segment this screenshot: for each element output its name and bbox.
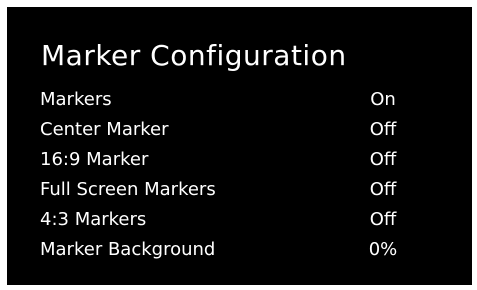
marker-config-menu: Marker Configuration Markers On Center M…: [7, 7, 472, 285]
menu-item-4-3-markers[interactable]: 4:3 Markers Off: [40, 205, 460, 235]
menu-item-center-marker[interactable]: Center Marker Off: [40, 115, 460, 145]
menu-item-label: Center Marker: [40, 119, 169, 140]
menu-item-label: Marker Background: [40, 239, 216, 260]
menu-item-markers[interactable]: Markers On: [40, 85, 460, 115]
menu-item-value[interactable]: On: [363, 85, 403, 115]
menu-item-label: 16:9 Marker: [40, 149, 149, 170]
menu-item-16-9-marker[interactable]: 16:9 Marker Off: [40, 145, 460, 175]
menu-item-marker-background[interactable]: Marker Background 0%: [40, 235, 460, 265]
menu-item-label: Full Screen Markers: [40, 179, 216, 200]
menu-item-value[interactable]: Off: [363, 205, 403, 235]
menu-item-value[interactable]: Off: [363, 115, 403, 145]
menu-item-value[interactable]: Off: [363, 145, 403, 175]
menu-item-full-screen-markers[interactable]: Full Screen Markers Off: [40, 175, 460, 205]
menu-item-label: Markers: [40, 89, 112, 110]
menu-title: Marker Configuration: [41, 39, 347, 72]
menu-item-label: 4:3 Markers: [40, 209, 147, 230]
menu-item-value[interactable]: 0%: [363, 235, 403, 265]
menu-item-value[interactable]: Off: [363, 175, 403, 205]
menu-items: Markers On Center Marker Off 16:9 Marker…: [40, 85, 460, 265]
